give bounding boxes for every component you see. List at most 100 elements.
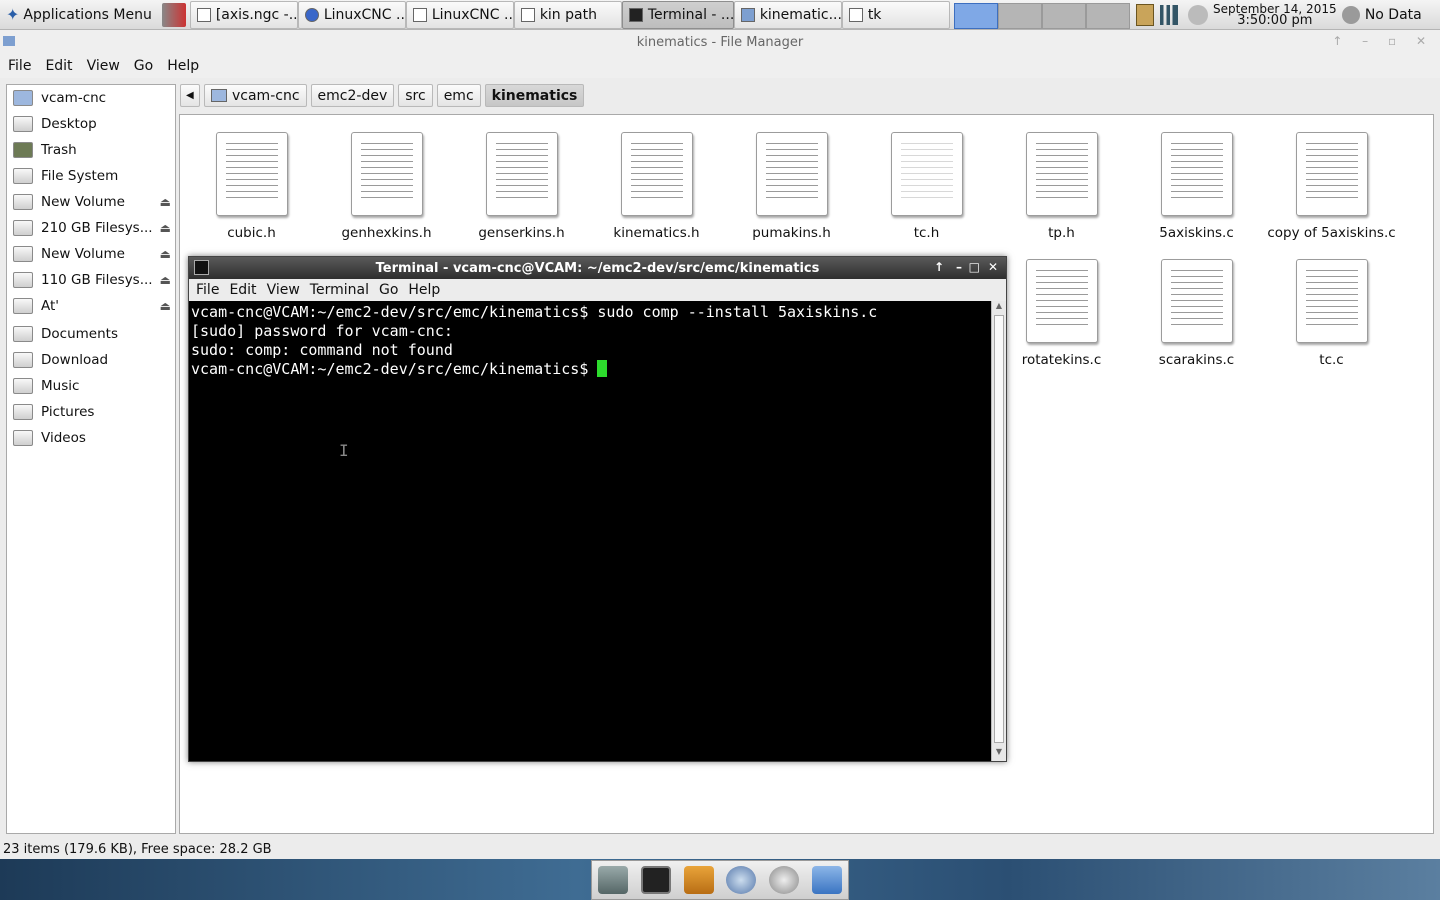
applications-menu-label: Applications Menu [23,6,152,23]
breadcrumb-emc[interactable]: emc [436,84,481,107]
web-browser-icon[interactable] [726,866,757,894]
sidebar-item-trash[interactable]: Trash [7,137,175,163]
show-desktop-icon[interactable] [598,866,629,894]
drive-icon [13,272,33,288]
breadcrumb-src[interactable]: src [398,84,433,107]
eject-icon[interactable]: ⏏ [160,299,171,313]
file-manager-titlebar: kinematics - File Manager ↑ – ▫ ✕ [0,30,1440,54]
network-icon[interactable] [1159,4,1178,25]
task-terminal[interactable]: Terminal - ... [621,1,734,29]
scroll-up-icon[interactable]: ▲ [992,301,1006,315]
menu-help[interactable]: Help [167,58,199,74]
breadcrumb-home[interactable]: vcam-cnc [204,84,307,107]
file-item[interactable]: rotatekins.c [994,259,1129,368]
close-icon[interactable]: ✕ [988,260,998,274]
file-item[interactable]: tc.h [859,132,994,241]
file-item[interactable]: kinematics.h [589,132,724,241]
file-label: kinematics.h [613,225,700,241]
file-label: scarakins.c [1158,352,1235,368]
menu-view[interactable]: View [267,282,300,298]
menu-go[interactable]: Go [379,282,398,298]
sidebar-item-desktop[interactable]: Desktop [7,111,175,137]
power-icon[interactable] [1187,4,1208,25]
breadcrumb-emc2-dev[interactable]: emc2-dev [310,84,395,107]
menu-go[interactable]: Go [134,58,153,74]
sidebar-item-label: Documents [41,326,118,342]
maximize-icon[interactable]: □ [969,260,980,274]
menu-edit[interactable]: Edit [45,58,72,74]
task-tk[interactable]: tk [841,1,950,29]
sidebar-item-videos[interactable]: Videos [7,425,175,451]
file-item[interactable]: copy of 5axiskins.c [1264,132,1399,241]
sidebar-item-documents[interactable]: Documents [7,321,175,347]
file-manager-icon[interactable] [683,866,714,894]
search-icon[interactable] [768,866,799,894]
breadcrumb-label: emc [443,87,474,104]
task-linuxcnc-1[interactable]: LinuxCNC ... [297,1,406,29]
task-label: Terminal - ... [647,7,734,23]
scroll-down-icon[interactable]: ▼ [992,747,1006,761]
terminal-scrollbar[interactable]: ▲ ▼ [991,301,1006,761]
terminal-output[interactable]: vcam-cnc@VCAM:~/emc2-dev/src/emc/kinemat… [189,301,991,761]
task-kinematics[interactable]: kinematic... [733,1,842,29]
task-axis[interactable]: [axis.ngc -... [189,1,298,29]
scrollbar-thumb[interactable] [994,315,1004,743]
breadcrumb-label: vcam-cnc [232,87,300,104]
file-item[interactable]: pumakins.h [724,132,859,241]
sidebar-item-filesystem[interactable]: File System [7,163,175,189]
weather-icon[interactable] [1341,5,1360,24]
sidebar-item-home[interactable]: vcam-cnc [7,85,175,111]
text-file-icon [1160,132,1233,216]
eject-icon[interactable]: ⏏ [160,195,171,209]
task-label: LinuxCNC ... [323,7,406,23]
file-item[interactable]: scarakins.c [1129,259,1264,368]
sidebar-item-210gb[interactable]: 210 GB Filesys... ⏏ [7,215,175,241]
minimize-icon[interactable]: – [956,260,962,274]
menu-edit[interactable]: Edit [229,282,256,298]
file-item[interactable]: genhexkins.h [319,132,454,241]
eject-icon[interactable]: ⏏ [160,247,171,261]
terminal-titlebar[interactable]: Terminal - vcam-cnc@VCAM: ~/emc2-dev/src… [189,257,1006,279]
file-item[interactable]: cubic.h [184,132,319,241]
logout-icon[interactable] [161,2,186,27]
workspace-2[interactable] [997,2,1042,29]
eject-icon[interactable]: ⏏ [160,273,171,287]
terminal-line: vcam-cnc@VCAM:~/emc2-dev/src/emc/kinemat… [191,303,878,321]
sidebar-item-download[interactable]: Download [7,347,175,373]
menu-help[interactable]: Help [408,282,440,298]
clipboard-icon[interactable] [1135,3,1154,26]
menu-file[interactable]: File [196,282,219,298]
menu-terminal[interactable]: Terminal [310,282,369,298]
sidebar-item-new-volume-2[interactable]: New Volume ⏏ [7,241,175,267]
sidebar-item-at[interactable]: At' ⏏ [7,293,175,319]
applications-menu-button[interactable]: ✦ Applications Menu [0,0,158,30]
sidebar-item-new-volume-1[interactable]: New Volume ⏏ [7,189,175,215]
menu-view[interactable]: View [87,58,120,74]
sidebar-item-label: At' [41,298,60,314]
sidebar-item-music[interactable]: Music [7,373,175,399]
file-item[interactable]: 5axiskins.c [1129,132,1264,241]
folder-icon[interactable] [811,866,842,894]
task-linuxcnc-2[interactable]: LinuxCNC ... [405,1,514,29]
task-label: tk [867,7,882,23]
sidebar-item-pictures[interactable]: Pictures [7,399,175,425]
sticky-icon[interactable]: ↑ [934,260,944,274]
menu-file[interactable]: File [8,58,31,74]
task-kin-path[interactable]: kin path [513,1,622,29]
eject-icon[interactable]: ⏏ [160,221,171,235]
terminal-icon[interactable] [640,866,671,894]
file-item[interactable]: genserkins.h [454,132,589,241]
file-label: tp.h [1048,225,1075,241]
workspace-3[interactable] [1041,2,1086,29]
file-item[interactable]: tc.c [1264,259,1399,368]
clock[interactable]: September 14, 2015 3:50:00 pm [1212,3,1338,27]
clock-time: 3:50:00 pm [1237,12,1313,28]
breadcrumb-back-button[interactable]: ◀ [180,84,200,107]
file-item[interactable]: tp.h [994,132,1129,241]
workspace-4[interactable] [1085,2,1130,29]
breadcrumb-kinematics[interactable]: kinematics [484,84,585,107]
sidebar-item-label: New Volume [41,194,125,210]
sidebar-item-110gb[interactable]: 110 GB Filesys... ⏏ [7,267,175,293]
workspace-1[interactable] [953,2,998,29]
file-label: tc.c [1319,352,1344,368]
